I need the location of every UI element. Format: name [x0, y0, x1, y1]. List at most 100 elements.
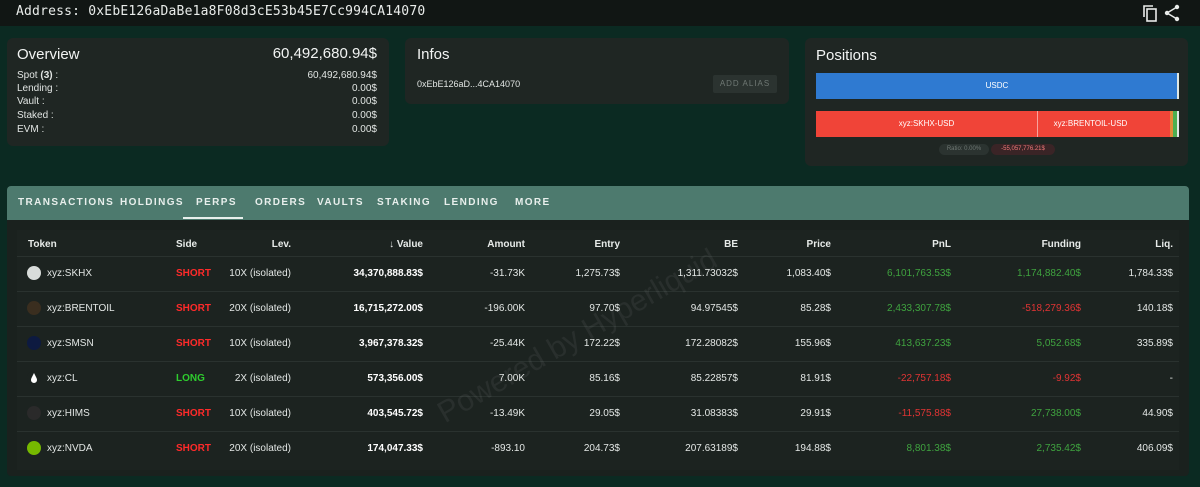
overview-row-spot: Spot (3) : 60,492,680.94$ — [17, 70, 377, 83]
col-header-entry[interactable]: Entry — [560, 239, 620, 250]
token-name[interactable]: xyz:SMSN — [47, 338, 94, 349]
token-name[interactable]: xyz:NVDA — [47, 443, 93, 454]
tab-lending[interactable]: LENDING — [444, 186, 499, 220]
lev-cell: 20X (isolated) — [229, 303, 291, 314]
col-header-value[interactable]: ↓ Value — [363, 239, 423, 250]
pnl-cell: 413,637.23$ — [895, 338, 951, 349]
active-tab-indicator — [183, 217, 243, 219]
tab-perps[interactable]: PERPS — [196, 186, 237, 220]
short-bar-smsn[interactable] — [1143, 111, 1170, 137]
positions-title: Positions — [816, 47, 877, 64]
long-bar-label: USDC — [985, 81, 1009, 90]
tab-vaults[interactable]: VAULTS — [317, 186, 364, 220]
samsung-icon — [27, 336, 41, 350]
col-header-liq[interactable]: Liq. — [1113, 239, 1173, 250]
value-cell: 34,370,888.83$ — [353, 268, 423, 279]
oil-drop-icon — [27, 301, 41, 315]
spot-label-colon: : — [52, 70, 59, 81]
share-icon[interactable] — [1162, 3, 1182, 23]
positions-card: Positions USDC xyz:SKHX-USD xyz:BRENTOIL… — [805, 38, 1188, 166]
lev-cell: 10X (isolated) — [229, 408, 291, 419]
price-cell: 29.91$ — [800, 408, 831, 419]
overview-row-lending: Lending : 0.00$ — [17, 83, 377, 96]
short-bar-skhx-label: xyz:SKHX-USD — [898, 119, 955, 128]
tab-more[interactable]: MORE — [515, 186, 551, 220]
overview-spot-label: Spot (3) : — [17, 70, 58, 81]
value-cell: 16,715,272.00$ — [353, 303, 423, 314]
col-header-lev[interactable]: Lev. — [231, 239, 291, 250]
price-cell: 85.28$ — [800, 303, 831, 314]
spot-count: (3) — [40, 70, 53, 81]
infos-title: Infos — [417, 46, 450, 63]
be-cell: 85.22857$ — [690, 373, 738, 384]
price-cell: 194.88$ — [794, 443, 831, 454]
overview-row-staked: Staked : 0.00$ — [17, 110, 377, 123]
amount-cell: -893.10 — [491, 443, 525, 454]
funding-cell: 1,174,882.40$ — [1017, 268, 1081, 279]
tab-orders[interactable]: ORDERS — [255, 186, 306, 220]
funding-cell: 5,052.68$ — [1036, 338, 1082, 349]
col-header-amount[interactable]: Amount — [465, 239, 525, 250]
overview-vault-label: Vault : — [17, 96, 45, 107]
table-row[interactable]: xyz:SKHX SHORT 10X (isolated) 34,370,888.83… — [17, 256, 1179, 291]
arrow-down-icon: ↓ — [389, 239, 395, 250]
pnl-cell: -11,575.88$ — [898, 408, 951, 419]
main-panel: TRANSACTIONS HOLDINGS PERPS ORDERS VAULT… — [7, 186, 1189, 476]
liq-cell: 406.09$ — [1136, 443, 1173, 454]
overview-evm-label: EVM : — [17, 124, 45, 135]
tab-transactions[interactable]: TRANSACTIONS — [18, 186, 114, 220]
liq-cell: 140.18$ — [1136, 303, 1173, 314]
token-name[interactable]: xyz:HIMS — [47, 408, 90, 419]
skhx-icon — [27, 266, 41, 280]
lev-cell: 10X (isolated) — [229, 268, 291, 279]
token-name[interactable]: xyz:SKHX — [47, 268, 92, 279]
table-row[interactable]: xyz:CL LONG 2X (isolated) 573,356.00$ 7.00K 8… — [17, 361, 1179, 396]
amount-cell: -31.73K — [489, 268, 525, 279]
overview-evm-value: 0.00$ — [351, 124, 377, 135]
entry-cell: 204.73$ — [583, 443, 620, 454]
nvidia-icon — [27, 441, 41, 455]
short-bar-brentoil[interactable]: xyz:BRENTOIL-USD — [1038, 111, 1143, 137]
col-header-value-label: Value — [396, 239, 423, 250]
liq-cell: 335.89$ — [1136, 338, 1173, 349]
add-alias-button[interactable]: ADD ALIAS — [713, 75, 777, 93]
long-bar[interactable]: USDC — [816, 73, 1178, 99]
overview-total: 60,492,680.94$ — [272, 45, 377, 62]
liq-cell: - — [1169, 373, 1173, 384]
overview-row-evm: EVM : 0.00$ — [17, 124, 377, 137]
pnl-cell: -22,757.18$ — [897, 373, 951, 384]
funding-cell: 27,738.00$ — [1030, 408, 1081, 419]
drop-icon — [27, 371, 41, 385]
copy-icon[interactable] — [1140, 3, 1160, 23]
short-bar-skhx[interactable]: xyz:SKHX-USD — [816, 111, 1037, 137]
tab-holdings[interactable]: HOLDINGS — [120, 186, 184, 220]
token-name[interactable]: xyz:CL — [47, 373, 78, 384]
short-bar-brentoil-label: xyz:BRENTOIL-USD — [1053, 119, 1128, 128]
entry-cell: 29.05$ — [589, 408, 620, 419]
overview-lending-label: Lending : — [17, 83, 59, 94]
long-bar-marker — [1177, 73, 1179, 99]
col-header-pnl[interactable]: PnL — [891, 239, 951, 250]
lev-cell: 10X (isolated) — [229, 338, 291, 349]
ratio-badge: Ratio: 0.00% — [939, 144, 989, 155]
be-cell: 31.08383$ — [690, 408, 738, 419]
col-header-side[interactable]: Side — [176, 239, 197, 250]
token-name[interactable]: xyz:BRENTOIL — [47, 303, 115, 314]
overview-title: Overview — [17, 46, 80, 63]
address-label: Address: — [16, 4, 81, 19]
value-cell: 403,545.72$ — [367, 408, 423, 419]
col-header-funding[interactable]: Funding — [1011, 239, 1081, 250]
short-bar-marker — [1177, 111, 1179, 137]
tab-staking[interactable]: STAKING — [377, 186, 431, 220]
price-cell: 1,083.40$ — [786, 268, 832, 279]
overview-card: Overview 60,492,680.94$ Spot (3) : 60,49… — [7, 38, 389, 146]
funding-cell: -9.92$ — [1052, 373, 1081, 384]
col-header-token[interactable]: Token — [28, 239, 57, 250]
table-row[interactable]: xyz:NVDA SHORT 20X (isolated) 174,047.33$ -8… — [17, 431, 1179, 466]
hims-icon — [27, 406, 41, 420]
overview-spot-value: 60,492,680.94$ — [307, 70, 377, 81]
table-row[interactable]: xyz:HIMS SHORT 10X (isolated) 403,545.72$ -1… — [17, 396, 1179, 431]
pnl-cell: 6,101,763.53$ — [887, 268, 951, 279]
value-cell: 3,967,378.32$ — [359, 338, 423, 349]
col-header-price[interactable]: Price — [771, 239, 831, 250]
